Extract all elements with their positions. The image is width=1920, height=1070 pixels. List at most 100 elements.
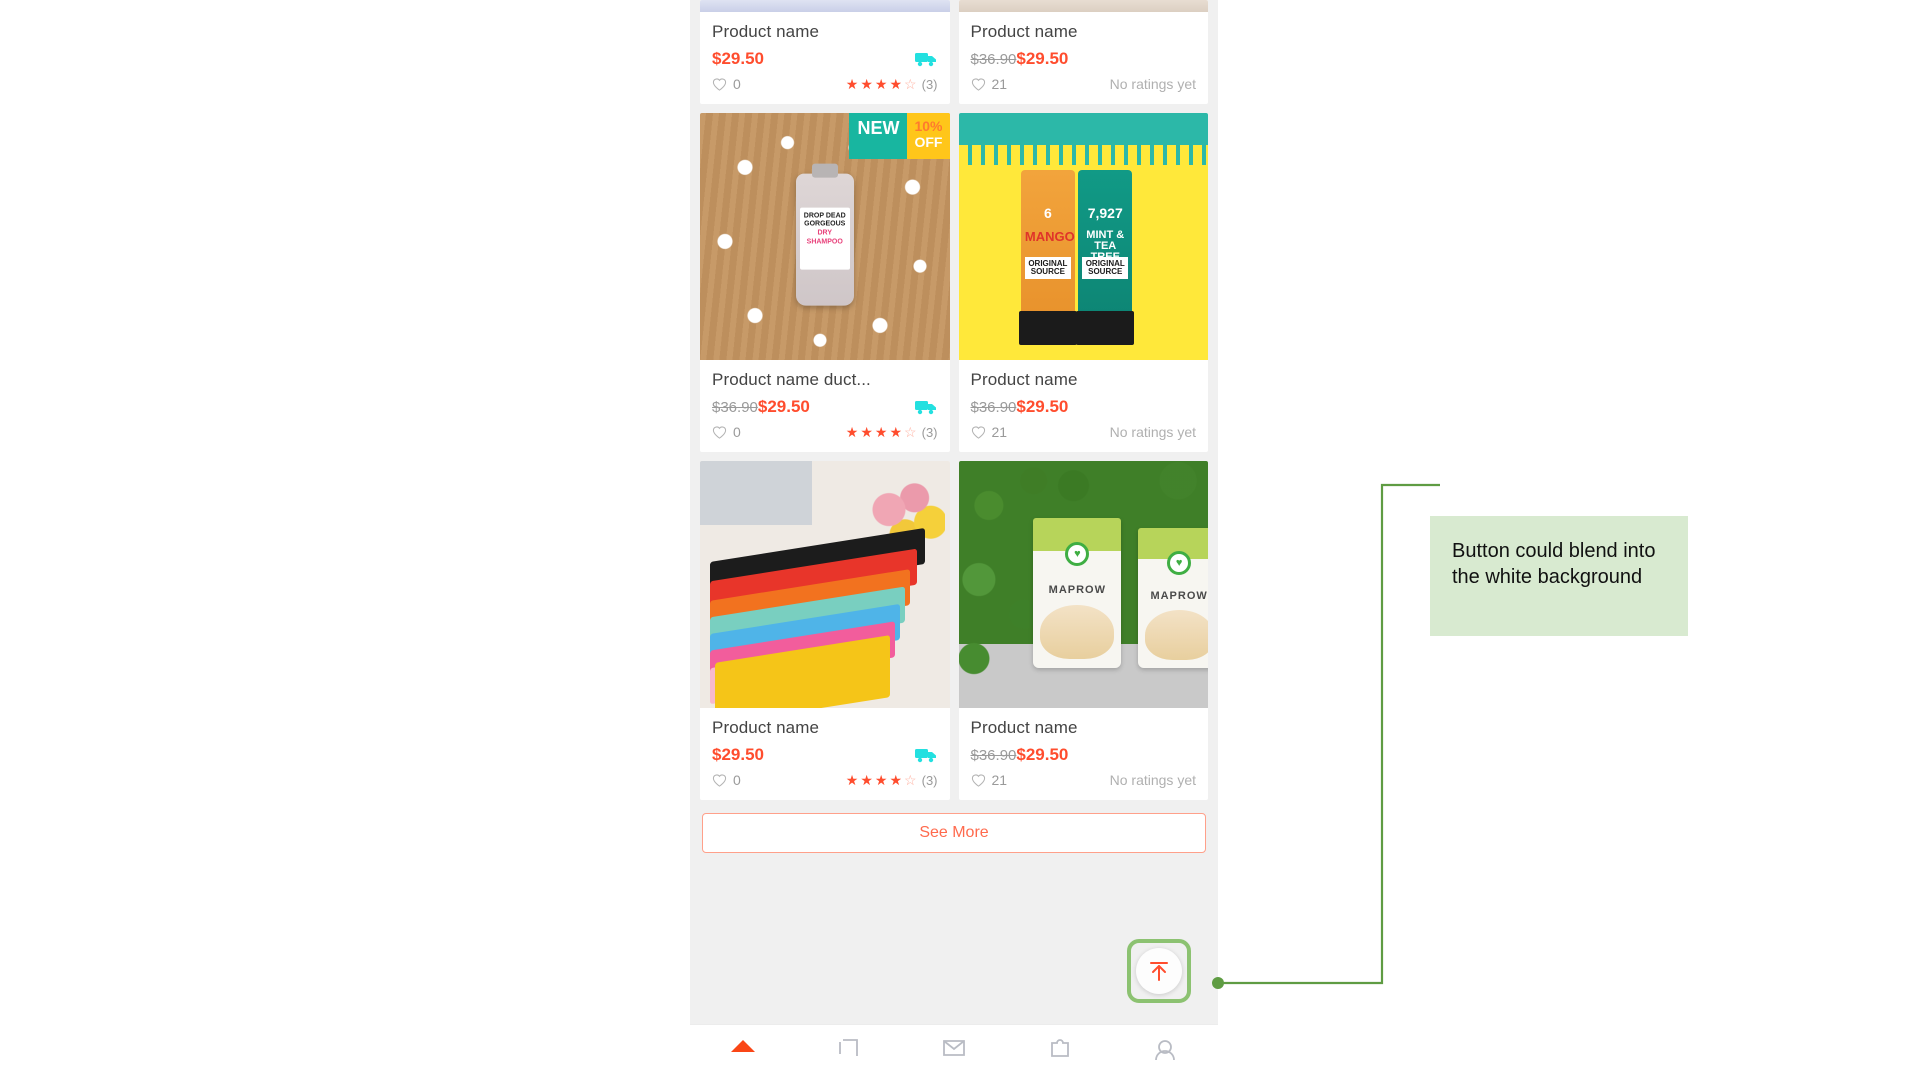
star-icon: ★ [874, 772, 888, 788]
badge-discount-pct: 10% [914, 118, 943, 134]
product-info: Product name $36.90 $29.50 21 No ratings… [959, 360, 1209, 452]
shampoo-bottle-graphic: DROP DEAD GORGEOUS DRY SHAMPOO [795, 173, 854, 306]
gel-right-number: 7,927 [1087, 205, 1123, 222]
rating-group: ★ ★ ★ ★ ☆ (3) [846, 425, 938, 440]
messages-icon [943, 1040, 965, 1056]
nav-item-home[interactable] [716, 1034, 770, 1068]
product-price: $29.50 [1016, 48, 1069, 68]
star-icon: ★ [860, 76, 873, 92]
badge-discount-off: OFF [914, 134, 943, 151]
product-price: $29.50 [1016, 396, 1069, 416]
badge-group: NEW 10% OFF [849, 113, 950, 160]
profile-icon [1155, 1040, 1176, 1061]
product-info: Product name $36.90 $29.50 21 No ratings… [959, 12, 1209, 104]
like-count-group[interactable]: 21 [971, 424, 1008, 440]
star-icon: ★ [889, 772, 903, 788]
bottle-text-line2: GORGEOUS [804, 220, 846, 228]
product-image[interactable]: 6 MANGO ORIGINAL SOURCE 7,927 MINT & TEA… [958, 113, 1208, 360]
gel-cap-orange [1018, 311, 1077, 346]
pouch-brand: MAPROW [1150, 590, 1208, 603]
gel-cap-teal [1076, 311, 1135, 346]
free-shipping-truck-icon [914, 748, 936, 762]
product-card[interactable]: Product name $29.50 0 ★ ★ ★ ★ ☆ (3) [700, 461, 950, 800]
like-count: 0 [733, 772, 741, 788]
product-meta-row: 0 ★ ★ ★ ★ ☆ (3) [712, 772, 938, 788]
product-image[interactable]: MAPROW MAPROW [958, 461, 1208, 708]
product-card[interactable]: Product name $29.50 0 ★ ★ ★ ★ ☆ (3) [700, 0, 950, 104]
annotation-callout: Button could blend into the white backgr… [1430, 516, 1688, 636]
star-icon: ★ [860, 772, 873, 788]
product-name: Product name duct... [712, 370, 871, 389]
product-price-row: $29.50 [712, 744, 938, 765]
heart-icon [712, 426, 727, 439]
nav-item-profile[interactable] [1138, 1034, 1192, 1068]
home-icon [730, 1040, 755, 1052]
product-image[interactable] [958, 0, 1208, 12]
product-name: Product name [970, 370, 1078, 389]
product-price-row: $36.90 $29.50 [971, 48, 1197, 69]
product-scroll-area[interactable]: Product name $29.50 0 ★ ★ ★ ★ ☆ (3) Prod… [690, 0, 1218, 1024]
nav-item-messages[interactable] [927, 1034, 981, 1068]
rating-count: (3) [921, 772, 938, 788]
scroll-to-top-button[interactable] [1136, 948, 1182, 994]
product-old-price: $36.90 [712, 398, 758, 416]
bottle-text-line3: DRY SHAMPOO [806, 229, 843, 246]
like-count-group[interactable]: 21 [971, 76, 1008, 92]
nav-item-categories[interactable] [821, 1034, 875, 1068]
product-card[interactable]: MAPROW MAPROW Product name [958, 461, 1208, 800]
product-meta-row: 21 No ratings yet [971, 772, 1196, 788]
gel-bottle-teal: 7,927 MINT & TEA TREE ORIGINAL SOURCE [1078, 170, 1133, 321]
pouch-back: MAPROW [1138, 528, 1208, 669]
star-outline-icon: ☆ [904, 76, 917, 92]
product-card[interactable]: Product name $36.90 $29.50 21 No ratings… [958, 0, 1209, 104]
product-image[interactable] [700, 461, 950, 708]
gel-left-name: MANGO [1024, 229, 1075, 245]
product-info: Product name $29.50 0 ★ ★ ★ ★ ☆ (3) [700, 12, 950, 104]
product-image[interactable]: DROP DEAD GORGEOUS DRY SHAMPOO NEW 10% O… [700, 113, 950, 360]
product-name: Product name [970, 718, 1078, 737]
heart-icon [712, 78, 727, 91]
product-price: $29.50 [712, 48, 764, 68]
nav-item-cart[interactable] [1033, 1034, 1087, 1068]
free-shipping-truck-icon [914, 52, 936, 66]
like-count-group[interactable]: 21 [971, 772, 1007, 788]
gel-bottle-orange: 6 MANGO ORIGINAL SOURCE [1020, 170, 1075, 321]
like-count-group[interactable]: 0 [712, 424, 741, 440]
coconut-chips-photo: MAPROW MAPROW [958, 461, 1208, 708]
gel-right-brand: ORIGINAL SOURCE [1082, 257, 1129, 280]
product-name: Product name [712, 718, 820, 737]
coconut-graphic [1144, 609, 1208, 661]
product-price-row: $36.90 $29.50 [971, 744, 1197, 765]
pouch-front: MAPROW [1033, 518, 1122, 669]
brand-heart-icon [1065, 542, 1090, 567]
star-icon: ★ [889, 424, 903, 440]
like-count-group[interactable]: 0 [712, 772, 741, 788]
product-meta-row: 21 No ratings yet [971, 76, 1196, 92]
bottom-navigation-bar [690, 1024, 1218, 1070]
bottle-text-line1: DROP DEAD [803, 212, 846, 220]
product-grid: Product name $29.50 0 ★ ★ ★ ★ ☆ (3) Prod… [700, 0, 1208, 800]
cart-icon [1050, 1039, 1069, 1057]
like-count: 0 [733, 424, 741, 440]
bottle-label: DROP DEAD GORGEOUS DRY SHAMPOO [799, 207, 850, 270]
product-name: Product name [712, 22, 820, 41]
product-image[interactable] [700, 0, 950, 12]
screenshot-canvas: Product name $29.50 0 ★ ★ ★ ★ ☆ (3) Prod… [0, 0, 1920, 1070]
like-count: 21 [991, 424, 1008, 440]
pouch-brand: MAPROW [1048, 584, 1106, 597]
product-old-price: $36.90 [970, 50, 1017, 68]
like-count-group[interactable]: 0 [712, 76, 741, 92]
product-card[interactable]: DROP DEAD GORGEOUS DRY SHAMPOO NEW 10% O… [700, 113, 950, 452]
brand-heart-icon [1167, 550, 1192, 575]
star-icon: ★ [845, 772, 859, 788]
like-count: 21 [991, 76, 1008, 92]
categories-icon [839, 1039, 859, 1056]
product-price-row: $36.90 $29.50 [971, 396, 1197, 417]
shower-gel-photo: 6 MANGO ORIGINAL SOURCE 7,927 MINT & TEA… [958, 113, 1208, 360]
product-card[interactable]: 6 MANGO ORIGINAL SOURCE 7,927 MINT & TEA… [958, 113, 1209, 452]
phone-mockup: Product name $29.50 0 ★ ★ ★ ★ ☆ (3) Prod… [690, 0, 1218, 1070]
star-icon: ★ [874, 424, 888, 440]
see-more-button[interactable]: See More [702, 813, 1206, 853]
product-info: Product name $29.50 0 ★ ★ ★ ★ ☆ (3) [700, 708, 950, 800]
like-count: 0 [733, 76, 741, 92]
